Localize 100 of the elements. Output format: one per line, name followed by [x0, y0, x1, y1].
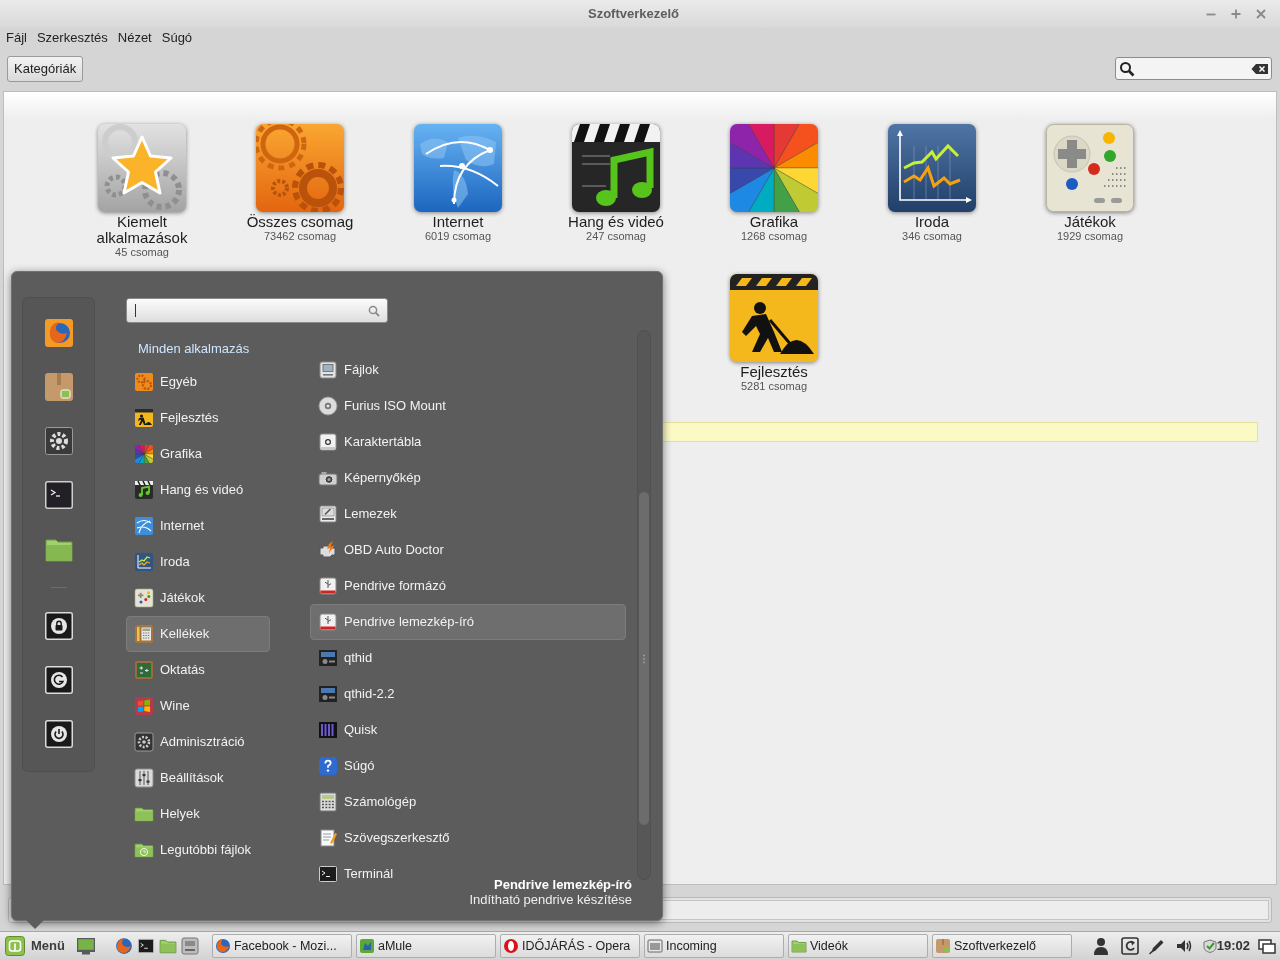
app-item[interactable]: Szövegszerkesztő	[310, 820, 459, 856]
category-item[interactable]: Iroda	[126, 544, 270, 580]
category-item[interactable]: Helyek	[126, 796, 270, 832]
all-applications-label[interactable]: Minden alkalmazás	[126, 341, 270, 357]
globe-network-icon[interactable]	[414, 124, 502, 212]
menu-button[interactable]: Menü	[2, 934, 68, 958]
terminal-icon	[318, 864, 338, 884]
category-item[interactable]: Oktatás	[126, 652, 270, 688]
task-button[interactable]: Incoming	[643, 934, 784, 958]
clock[interactable]: 19:02	[1216, 936, 1250, 956]
drive-icon[interactable]	[180, 937, 199, 955]
globe-icon[interactable]	[44, 319, 73, 347]
line-chart-icon[interactable]	[888, 124, 976, 212]
task-button[interactable]: Szoftverkezelő	[931, 934, 1072, 958]
category-item[interactable]: Adminisztráció	[126, 724, 270, 760]
category-item[interactable]: Beállítások	[126, 760, 270, 796]
ring-icon	[502, 938, 519, 954]
category-item[interactable]: Grafika	[126, 436, 270, 472]
gear-icon	[134, 732, 154, 752]
menu-item[interactable]: Fájl	[6, 30, 27, 46]
category-item[interactable]: Játékok	[126, 580, 270, 616]
menu-item[interactable]: Szerkesztés	[36, 30, 108, 46]
gamepad-icon[interactable]	[1046, 124, 1134, 212]
package-count: 1268 csomag	[740, 230, 807, 243]
music-clapper-icon[interactable]	[572, 124, 660, 212]
category-item[interactable]: Hang és videó	[126, 472, 270, 508]
drive-wrench-icon	[318, 504, 338, 524]
app-item[interactable]: qthid	[310, 640, 382, 676]
maximize-icon[interactable]	[1230, 8, 1242, 20]
pen-icon[interactable]	[1147, 937, 1166, 955]
search-field[interactable]	[1115, 57, 1272, 80]
app-item[interactable]: Lemezek	[310, 496, 406, 532]
menu-item[interactable]: Súgó	[161, 30, 193, 46]
task-button[interactable]: Videók	[787, 934, 928, 958]
key-icon	[318, 432, 338, 452]
spectrum-icon	[318, 720, 338, 740]
folder-icon	[134, 804, 154, 824]
close-icon[interactable]	[1255, 8, 1267, 20]
usb-drive-icon	[318, 576, 338, 596]
app-item[interactable]: Furius ISO Mount	[310, 388, 455, 424]
category-label: Iroda	[914, 214, 950, 230]
category-label: Internet	[432, 214, 484, 230]
sliders-icon	[134, 768, 154, 788]
category-item[interactable]: Fejlesztés	[126, 400, 270, 436]
terminal-icon[interactable]	[44, 481, 73, 509]
power-icon[interactable]	[44, 720, 73, 748]
package-count: 73462 csomag	[263, 230, 337, 243]
color-wheel-icon	[134, 444, 154, 464]
user-icon[interactable]	[1091, 937, 1110, 955]
category-item[interactable]: Wine	[126, 688, 270, 724]
category-item[interactable]: Kellékek	[126, 616, 270, 652]
chalkboard-icon	[134, 660, 154, 680]
color-wheel-icon[interactable]	[730, 124, 818, 212]
worker-sign-icon	[134, 408, 154, 428]
package-count: 346 csomag	[902, 230, 962, 243]
categories-button[interactable]: Kategóriák	[7, 55, 84, 82]
task-button[interactable]: Facebook - Mozi...	[211, 934, 352, 958]
app-item[interactable]: OBD Auto Doctor	[310, 532, 453, 568]
gear-icon[interactable]	[44, 427, 73, 455]
category-item[interactable]: Egyéb	[126, 364, 270, 400]
globe-icon[interactable]	[114, 937, 133, 955]
description-text: Indítható pendrive készítése	[469, 892, 632, 907]
package-count: 45 csomag	[115, 246, 169, 259]
app-item[interactable]: Fájlok	[310, 352, 388, 388]
app-item[interactable]: Számológép	[310, 784, 426, 820]
line-chart-icon	[134, 552, 154, 572]
app-item[interactable]: Pendrive formázó	[310, 568, 455, 604]
shield-check-icon[interactable]	[1202, 939, 1217, 953]
category-item[interactable]: Legutóbbi fájlok	[126, 832, 270, 868]
category-label: Kiemelt alkalmazások	[95, 214, 189, 246]
category-label: Grafika	[749, 214, 799, 230]
app-item[interactable]: qthid-2.2	[310, 676, 404, 712]
task-button[interactable]: aMule	[355, 934, 496, 958]
package-icon[interactable]	[44, 373, 73, 401]
app-item[interactable]: Karaktertábla	[310, 424, 431, 460]
menu-search-field[interactable]	[126, 298, 388, 323]
app-item[interactable]: Pendrive lemezkép-író	[310, 604, 626, 640]
worker-sign-icon[interactable]	[730, 274, 818, 362]
app-item[interactable]: Quisk	[310, 712, 387, 748]
menu-item[interactable]: Nézet	[117, 30, 152, 46]
lock-icon[interactable]	[44, 612, 73, 640]
scrollbar-thumb[interactable]	[639, 492, 649, 825]
refresh-box-icon[interactable]	[1120, 937, 1139, 955]
notepad-pencil-icon	[318, 828, 338, 848]
gamepad-icon	[134, 588, 154, 608]
desktop-icon[interactable]	[75, 936, 96, 956]
clear-icon[interactable]	[1251, 62, 1269, 75]
app-item[interactable]: Képernyőkép	[310, 460, 430, 496]
package-count: 6019 csomag	[424, 230, 491, 243]
package-count: 5281 csomag	[740, 380, 807, 393]
terminal-icon[interactable]	[136, 937, 155, 955]
windows-icon[interactable]	[1258, 937, 1276, 955]
logout-icon[interactable]	[44, 666, 73, 694]
app-item[interactable]: Terminál	[310, 856, 403, 892]
category-item[interactable]: Internet	[126, 508, 270, 544]
grip-icon	[642, 653, 646, 664]
task-button[interactable]: IDŐJÁRÁS - Opera	[499, 934, 640, 958]
category-label: Fejlesztés	[740, 364, 808, 380]
app-item[interactable]: Súgó	[310, 748, 384, 784]
search-icon	[1119, 60, 1135, 77]
